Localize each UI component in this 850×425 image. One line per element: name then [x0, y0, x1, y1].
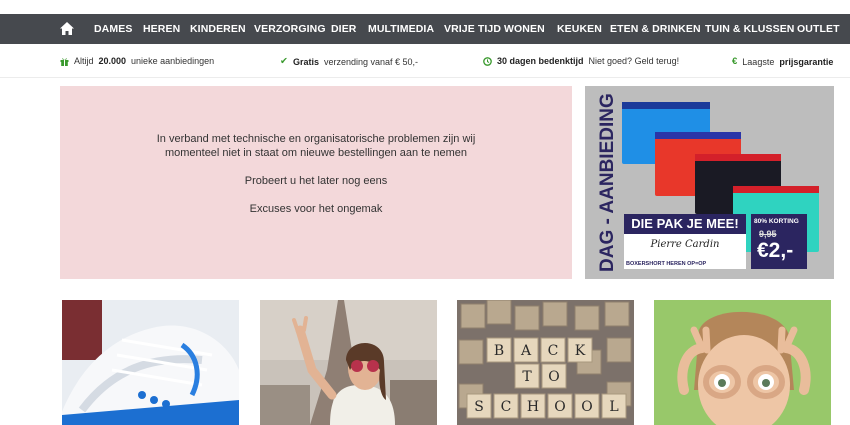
old-price: 9,95: [759, 229, 777, 239]
euro-icon: €: [732, 56, 738, 67]
nav-item-vrije-tijd[interactable]: VRIJE TIJD: [444, 14, 501, 44]
nav-item-keuken[interactable]: KEUKEN: [557, 14, 602, 44]
scrabble-filler-tile: [514, 305, 540, 331]
svg-text:A: A: [520, 343, 532, 359]
usp-bar: Altijd 20.000 unieke aanbiedingen ✔ Gratis…: [0, 44, 850, 78]
usp-return-policy: 30 dagen bedenktijd Niet goed? Geld terug…: [483, 56, 679, 66]
nav-item-dier[interactable]: DIER: [331, 14, 357, 44]
nav-item-multimedia[interactable]: MULTIMEDIA: [368, 14, 434, 44]
usp-bold: prijsgarantie: [779, 56, 834, 67]
check-icon: ✔: [280, 56, 288, 67]
svg-text:C: C: [548, 343, 559, 359]
scrabble-filler-tile: [460, 303, 486, 329]
category-tile-school[interactable]: BACKTOSCHOOL: [457, 300, 634, 425]
usp-text: verzending vanaf € 50,-: [323, 56, 419, 67]
nav-item-verzorging[interactable]: VERZORGING: [254, 14, 326, 44]
sneaker-image: [62, 300, 239, 425]
scrabble-letter-tile: O: [547, 393, 573, 419]
scrabble-filler-tile: [606, 337, 632, 363]
svg-text:S: S: [474, 399, 484, 415]
svg-text:DAG - AANBIEDING: DAG - AANBIEDING: [597, 94, 618, 272]
category-tile-fashion[interactable]: [260, 300, 437, 425]
gift-icon: [60, 57, 69, 66]
scrabble-letter-tile: C: [493, 393, 519, 419]
deal-subline: BOXERSHORT HEREN OP=OP: [626, 261, 707, 267]
usp-price-guarantee: € Laagste prijsgarantie: [732, 56, 833, 67]
usp-text: Niet goed? Geld terug!: [588, 56, 680, 66]
woman-paris-image: [260, 300, 437, 425]
scrabble-filler-tile: [542, 301, 568, 327]
scrabble-letter-tile: H: [520, 393, 546, 419]
notice-message: In verband met technische en organisator…: [156, 133, 476, 159]
scrabble-letter-tile: B: [486, 337, 512, 363]
back-to-school-image: B A C KT OS C H O O L: [457, 300, 634, 425]
svg-text:O: O: [554, 399, 565, 415]
curious-woman-image: [654, 300, 831, 425]
new-price: €2,-: [757, 239, 794, 262]
svg-text:B: B: [494, 343, 504, 359]
notice-retry-text: Probeert u het later nog eens: [244, 175, 388, 187]
svg-text:T: T: [522, 369, 532, 385]
scrabble-letter-tile: A: [513, 337, 539, 363]
svg-text:O: O: [548, 369, 559, 385]
scrabble-letter-tile: S: [466, 393, 492, 419]
daily-deal-banner[interactable]: DAG - AANBIEDING DIE PAK JE MEE! Pierre …: [585, 86, 834, 279]
deal-headline: DIE PAK JE MEE!: [624, 214, 746, 234]
scrabble-letter-tile: C: [540, 337, 566, 363]
scrabble-letter-tile: O: [574, 393, 600, 419]
nav-item-wonen[interactable]: WONEN: [504, 14, 545, 44]
usp-text: Laagste: [742, 56, 775, 67]
scrabble-letter-tile: T: [514, 363, 540, 389]
nav-item-kinderen[interactable]: KINDEREN: [190, 14, 246, 44]
usp-unique-offers: Altijd 20.000 unieke aanbiedingen: [60, 56, 214, 66]
notice-apology-text: Excuses voor het ongemak: [249, 203, 383, 215]
nav-item-outlet[interactable]: OUTLET: [797, 14, 840, 44]
scrabble-letter-tile: K: [567, 337, 593, 363]
clock-icon: [483, 56, 492, 66]
scrabble-letter-tile: L: [601, 393, 627, 419]
scrabble-filler-tile: [458, 339, 484, 365]
deal-headline-box: DIE PAK JE MEE! Pierre Cardin BOXERSHORT…: [624, 214, 746, 269]
usp-bold: 20.000: [98, 56, 127, 66]
brand-signature: Pierre Cardin: [650, 239, 720, 250]
daily-deal-label: DAG - AANBIEDING: [597, 94, 618, 272]
nav-item-eten-drinken[interactable]: ETEN & DRINKEN: [610, 14, 701, 44]
discount-label: 80% KORTING: [754, 218, 799, 225]
svg-text:L: L: [609, 399, 618, 415]
scrabble-filler-tile: [574, 305, 600, 331]
nav-item-tuin-klussen[interactable]: TUIN & KLUSSEN: [705, 14, 795, 44]
deal-price-box: 80% KORTING 9,95 €2,-: [751, 214, 807, 269]
scrabble-letter-tile: O: [541, 363, 567, 389]
svg-text:O: O: [581, 399, 592, 415]
usp-bold: Gratis: [292, 56, 319, 67]
category-tile-shoes[interactable]: [62, 300, 239, 425]
scrabble-filler-tile: [486, 300, 512, 325]
svg-text:H: H: [527, 399, 539, 415]
svg-text:K: K: [575, 343, 586, 359]
nav-item-dames[interactable]: DAMES: [94, 14, 132, 44]
nav-item-heren[interactable]: HEREN: [143, 14, 180, 44]
usp-text: unieke aanbiedingen: [131, 56, 215, 66]
usp-free-shipping: ✔ Gratis verzending vanaf € 50,-: [280, 56, 418, 67]
usp-text: Altijd: [74, 56, 94, 66]
scrabble-filler-tile: [604, 301, 630, 327]
usp-bold: 30 dagen bedenktijd: [497, 56, 584, 66]
category-tile-fun[interactable]: [654, 300, 831, 425]
order-unavailable-notice: In verband met technische en organisator…: [60, 86, 572, 279]
svg-text:C: C: [501, 399, 512, 415]
main-nav: DAMES HEREN KINDEREN VERZORGING DIER MUL…: [0, 14, 850, 44]
home-icon[interactable]: [60, 22, 74, 35]
